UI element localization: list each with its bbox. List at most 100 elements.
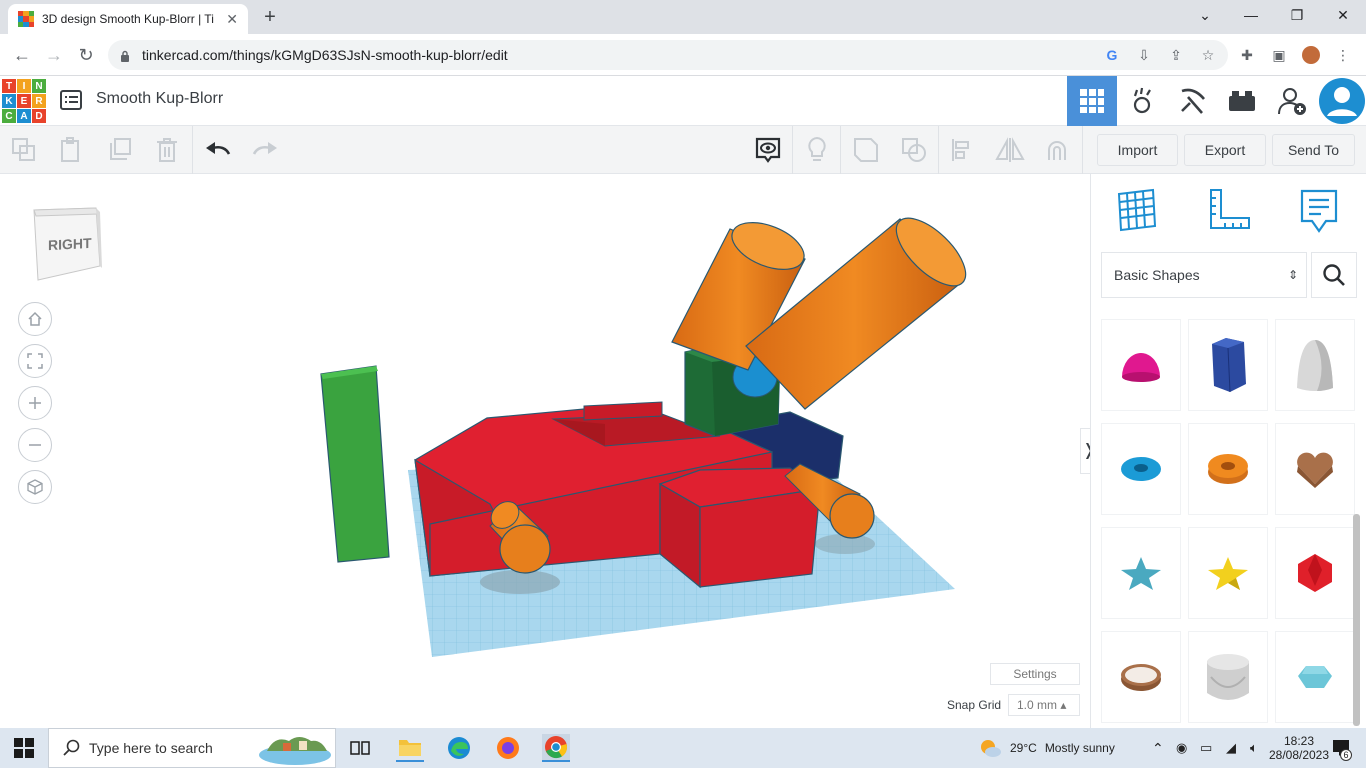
duplicate-button[interactable] (104, 134, 136, 166)
shape-star-2[interactable] (1188, 527, 1268, 619)
clock[interactable]: 18:23 28/08/2023 (1274, 728, 1324, 768)
forward-arrow-icon[interactable]: → (40, 42, 68, 70)
battery-icon[interactable]: ▭ (1200, 728, 1212, 768)
design-title[interactable]: Smooth Kup-Blorr (96, 90, 223, 108)
paste-button[interactable] (55, 134, 87, 166)
tube-icon (1206, 452, 1250, 486)
shape-torus[interactable] (1101, 423, 1181, 515)
edge-icon[interactable] (445, 734, 473, 762)
shape-search-button[interactable] (1311, 252, 1357, 298)
toolbar-divider (1082, 126, 1083, 174)
lightbulb-icon (806, 136, 828, 164)
windows-start-icon[interactable] (10, 734, 38, 762)
copy-button[interactable] (8, 134, 40, 166)
user-avatar[interactable] (1317, 76, 1366, 126)
redo-button[interactable] (249, 134, 281, 166)
minecraft-button[interactable] (1167, 76, 1217, 126)
side-panel-icon[interactable]: ▣ (1270, 46, 1288, 64)
notes-visibility-button[interactable] (752, 134, 784, 166)
logo-letter: D (32, 109, 46, 123)
restore-button[interactable]: ❐ (1274, 0, 1320, 30)
gem-icon (1294, 662, 1336, 692)
brick-icon (1228, 90, 1256, 112)
firefox-icon[interactable] (494, 734, 522, 762)
tray-overflow-chevron-icon[interactable]: ⌃ (1152, 728, 1164, 768)
invite-user-button[interactable] (1267, 76, 1317, 126)
shape-polygon[interactable] (1188, 319, 1268, 411)
ungroup-button[interactable] (898, 134, 930, 166)
weather-sun-icon (978, 737, 1002, 759)
export-button[interactable]: Export (1184, 134, 1266, 166)
tinkercad-logo[interactable]: T I N K E R C A D (2, 79, 46, 123)
new-tab-button[interactable]: + (258, 6, 282, 30)
profile-avatar[interactable] (1302, 46, 1320, 64)
meet-now-icon[interactable]: ◉ (1176, 728, 1187, 768)
chrome-icon[interactable] (542, 734, 570, 762)
workplane-tool-button[interactable] (1115, 188, 1159, 237)
undo-button[interactable] (202, 134, 234, 166)
search-icon (1322, 263, 1346, 287)
wifi-icon[interactable]: ◢ (1226, 728, 1236, 768)
url-input[interactable]: tinkercad.com/things/kGMgD63SJsN-smooth-… (108, 40, 1228, 70)
browser-tab[interactable]: 3D design Smooth Kup-Blorr | Ti ✕ (8, 4, 248, 34)
settings-button[interactable]: Settings (990, 663, 1080, 685)
toolbar-divider (938, 126, 939, 174)
notes-tool-button[interactable] (1299, 188, 1339, 239)
panel-scrollbar[interactable] (1353, 514, 1360, 726)
google-icon[interactable]: G (1103, 46, 1121, 64)
file-explorer-icon[interactable] (396, 734, 424, 762)
tab-title: 3D design Smooth Kup-Blorr | Ti (42, 12, 220, 26)
workplane-icon (1115, 188, 1159, 232)
bricks-button[interactable] (1217, 76, 1267, 126)
paw-icon (1127, 86, 1157, 116)
ruler-tool-button[interactable] (1207, 188, 1251, 237)
share-icon[interactable]: ⇪ (1167, 46, 1185, 64)
send-to-button[interactable]: Send To (1272, 134, 1355, 166)
taskbar-search-input[interactable]: Type here to search (48, 728, 336, 768)
install-icon[interactable]: ⇩ (1135, 46, 1153, 64)
weather-widget[interactable]: 29°C Mostly sunny (978, 728, 1115, 768)
codeblocks-button[interactable] (1117, 76, 1167, 126)
3d-scene[interactable] (0, 174, 1090, 728)
group-button[interactable] (850, 134, 882, 166)
task-view-icon[interactable] (346, 734, 374, 762)
close-window-button[interactable]: ✕ (1320, 0, 1366, 30)
notification-button[interactable]: 6 (1326, 728, 1356, 768)
logo-letter: K (2, 94, 16, 108)
align-button[interactable] (947, 134, 979, 166)
cruise-button[interactable] (1041, 134, 1073, 166)
snap-grid-select[interactable]: 1.0 mm ▴ (1008, 694, 1080, 716)
shape-paraboloid[interactable] (1275, 319, 1355, 411)
bookmark-star-icon[interactable]: ☆ (1199, 46, 1217, 64)
shape-category-label: Basic Shapes (1114, 267, 1200, 283)
volume-icon[interactable]: 🔈︎ (1250, 728, 1258, 768)
delete-button[interactable] (151, 134, 183, 166)
shape-star[interactable] (1101, 527, 1181, 619)
menu-dots-icon[interactable]: ⋮ (1334, 46, 1352, 64)
reload-icon[interactable]: ↻ (72, 42, 100, 70)
3d-view-button[interactable] (1067, 76, 1117, 126)
torus-icon (1119, 454, 1163, 484)
show-all-button[interactable] (801, 134, 833, 166)
tab-close-icon[interactable]: ✕ (226, 11, 238, 28)
workplane-canvas[interactable]: RIGHT (0, 174, 1090, 728)
shape-half-sphere[interactable] (1101, 319, 1181, 411)
paraboloid-icon (1293, 336, 1337, 394)
shape-gem[interactable] (1275, 631, 1355, 723)
minimize-button[interactable]: — (1228, 0, 1274, 30)
shape-ring[interactable] (1101, 631, 1181, 723)
design-list-icon[interactable] (60, 90, 82, 110)
clipboard-icon (59, 137, 83, 163)
search-highlight-icon (255, 731, 335, 767)
tab-search-icon[interactable]: ⌄ (1182, 0, 1228, 30)
shape-tube[interactable] (1188, 423, 1268, 515)
shape-heart[interactable] (1275, 423, 1355, 515)
green-box-shape (321, 366, 389, 562)
shape-category-select[interactable]: Basic Shapes ⇕ (1101, 252, 1307, 298)
shape-round-roof[interactable] (1188, 631, 1268, 723)
mirror-button[interactable] (994, 134, 1026, 166)
shape-icosahedron[interactable] (1275, 527, 1355, 619)
extensions-icon[interactable]: ✚ (1238, 46, 1256, 64)
back-arrow-icon[interactable]: ← (8, 42, 36, 70)
import-button[interactable]: Import (1097, 134, 1178, 166)
